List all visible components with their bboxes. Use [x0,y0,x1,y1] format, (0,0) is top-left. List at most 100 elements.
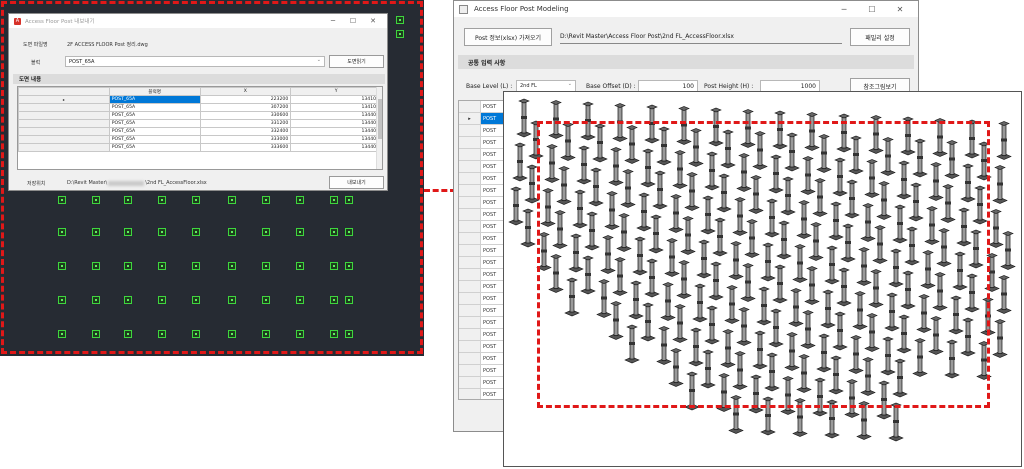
list-item[interactable]: POST [459,377,509,389]
list-item[interactable]: POST [459,185,509,197]
row-selector[interactable] [18,135,110,144]
row-selector[interactable] [459,161,481,172]
table-row[interactable]: POST_65A 333000 134401 [18,135,382,144]
row-selector[interactable] [459,341,481,352]
grid-scroll-thumb[interactable] [378,99,382,139]
list-item[interactable]: POST [459,365,509,377]
cell-x[interactable]: 332400 [199,127,292,136]
cell-y[interactable]: 134401 [290,111,382,120]
row-selector[interactable] [459,329,481,340]
table-row[interactable]: POST_65A 331200 134401 [18,119,382,128]
cell-block-name[interactable]: POST_65A [108,127,201,136]
grid-scrollbar[interactable] [376,87,382,169]
list-item[interactable]: POST [459,149,509,161]
list-item[interactable]: POST [459,305,509,317]
row-selector[interactable] [459,317,481,328]
row-selector[interactable] [18,119,110,128]
row-selector[interactable] [18,127,110,136]
list-item[interactable]: POST [459,137,509,149]
close-button[interactable]: ✕ [886,1,914,17]
list-item[interactable]: POST [459,197,509,209]
row-selector[interactable] [459,173,481,184]
minimize-button[interactable]: ─ [830,1,858,17]
row-selector[interactable] [459,197,481,208]
cell-block-name[interactable]: POST_65A [108,143,201,152]
row-selector[interactable] [459,257,481,268]
cell-block-name[interactable]: POST_65A [108,135,201,144]
row-selector[interactable] [459,101,481,112]
cell-x[interactable]: 307200 [199,103,292,112]
row-selector[interactable] [459,137,481,148]
list-item[interactable]: POST [459,233,509,245]
close-button[interactable]: ✕ [363,14,383,28]
cell-y[interactable]: 134100 [290,103,382,112]
list-item[interactable]: POST [459,161,509,173]
row-selector[interactable]: ▸ [459,113,481,124]
row-selector[interactable] [459,125,481,136]
row-selector[interactable]: ▸ [18,95,110,104]
row-selector[interactable] [459,221,481,232]
column-header-block[interactable]: 블럭명 [108,87,201,96]
list-item[interactable]: POST [459,269,509,281]
row-selector[interactable] [459,365,481,376]
list-item[interactable]: POST [459,125,509,137]
list-item[interactable]: POST [459,329,509,341]
list-item[interactable]: POST [459,257,509,269]
table-row[interactable]: ▸ POST_65A 223200 134100 [18,95,382,104]
row-selector[interactable] [459,353,481,364]
save-path-field[interactable]: D:\Revit Master\ \2nd FL_AccessFloor.xls… [67,180,207,186]
row-selector[interactable] [459,209,481,220]
column-header-x[interactable]: X [199,87,292,96]
row-selector[interactable] [18,103,110,112]
cell-y[interactable]: 134401 [290,143,382,152]
list-item[interactable]: POST [459,293,509,305]
maximize-button[interactable]: ☐ [858,1,886,17]
list-item[interactable]: POST [459,389,509,399]
row-selector[interactable] [459,377,481,388]
cell-y[interactable]: 134401 [290,119,382,128]
list-item[interactable]: POST [459,209,509,221]
cell-x[interactable]: 333600 [199,143,292,152]
list-item[interactable]: POST [459,353,509,365]
list-item[interactable]: POST [459,245,509,257]
block-select[interactable]: POST_65A ⌄ [65,56,325,67]
row-selector[interactable] [459,233,481,244]
maximize-button[interactable]: ☐ [343,14,363,28]
table-row[interactable]: POST_65A 307200 134100 [18,103,382,112]
list-item[interactable]: POST [459,221,509,233]
list-item[interactable]: POST [459,341,509,353]
cell-block-name[interactable]: POST_65A [108,95,201,104]
list-item[interactable]: POST [459,101,509,113]
list-item[interactable]: ▸ POST [459,113,509,125]
table-row[interactable]: POST_65A 332400 134401 [18,127,382,136]
row-selector[interactable] [459,245,481,256]
row-selector[interactable] [459,305,481,316]
row-selector[interactable] [459,389,481,399]
cell-x[interactable]: 333000 [199,135,292,144]
cell-y[interactable]: 134401 [290,127,382,136]
cell-y[interactable]: 134100 [290,95,382,104]
row-selector[interactable] [459,293,481,304]
list-item[interactable]: POST [459,317,509,329]
row-selector[interactable] [459,269,481,280]
row-selector[interactable] [18,111,110,120]
list-item[interactable]: POST [459,173,509,185]
cell-x[interactable]: 330600 [199,111,292,120]
table-row[interactable]: POST_65A 330600 134401 [18,111,382,120]
column-header-y[interactable]: Y [290,87,382,96]
export-button[interactable]: 내보내기 [329,176,384,189]
cell-x[interactable]: 223200 [199,95,292,104]
table-row[interactable]: POST_65A 333600 134401 [18,143,382,152]
cell-block-name[interactable]: POST_65A [108,103,201,112]
row-selector[interactable] [18,143,110,152]
import-post-xlsx-button[interactable]: Post 정보(xlsx) 가져오기 [464,28,552,46]
row-selector[interactable] [459,281,481,292]
cell-block-name[interactable]: POST_65A [108,119,201,128]
row-selector[interactable] [459,185,481,196]
cell-block-name[interactable]: POST_65A [108,111,201,120]
cell-y[interactable]: 134401 [290,135,382,144]
family-settings-button[interactable]: 패밀리 설정 [850,28,910,46]
cell-x[interactable]: 331200 [199,119,292,128]
row-selector[interactable] [459,149,481,160]
open-drawing-button[interactable]: 도면읽기 [329,55,384,68]
